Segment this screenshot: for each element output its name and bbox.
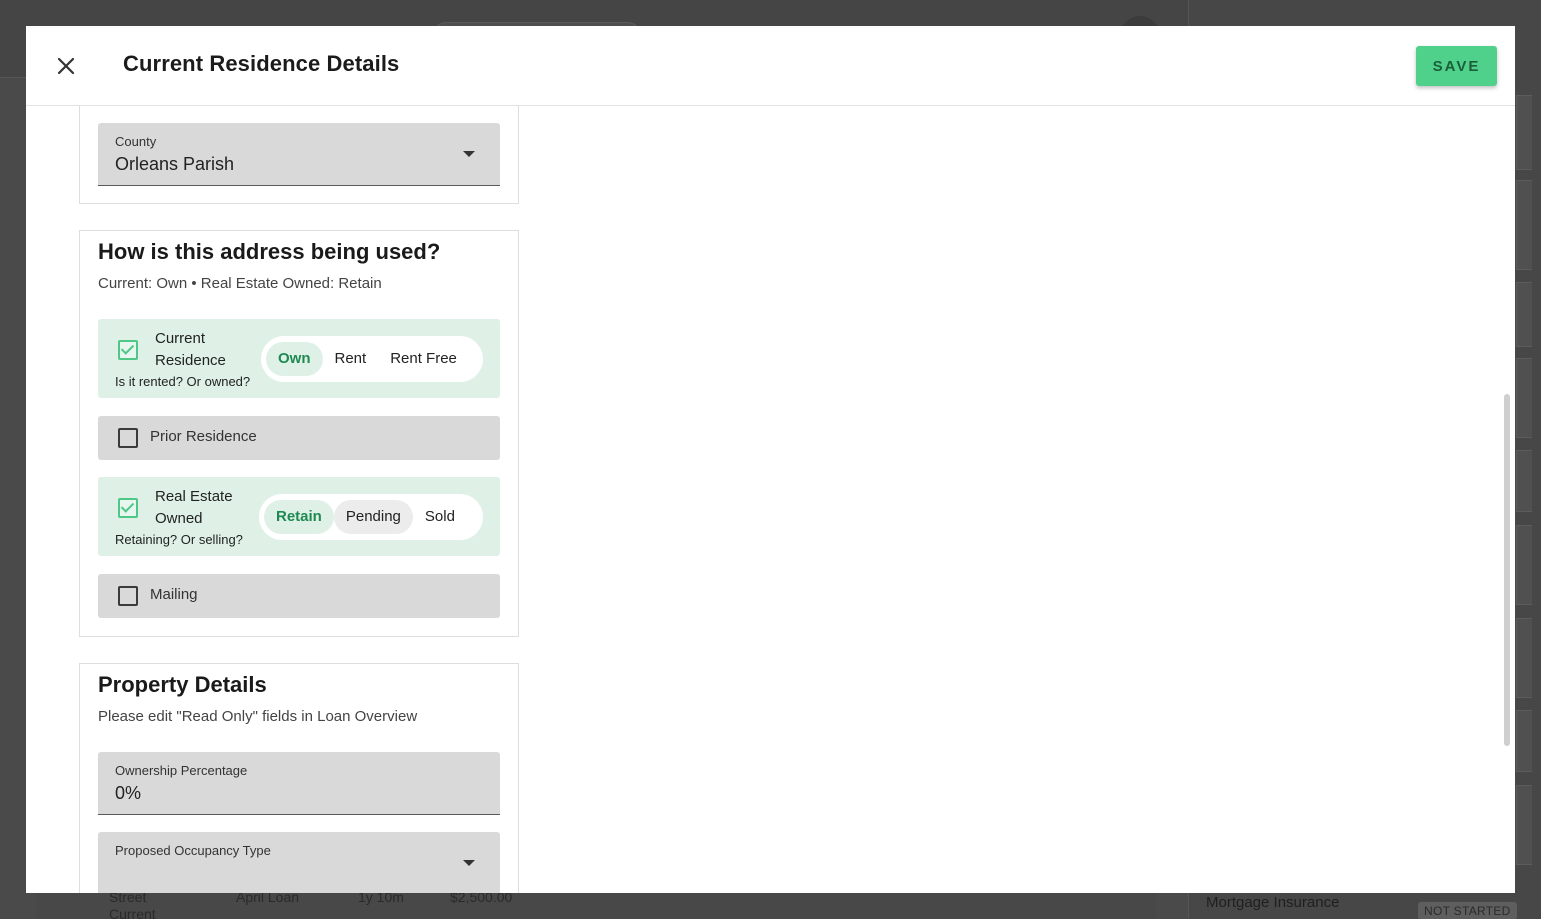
- county-section: County Orleans Parish: [79, 106, 519, 204]
- usage-heading: How is this address being used?: [98, 239, 441, 264]
- background-card: [1516, 95, 1532, 170]
- current-residence-hint: Is it rented? Or owned?: [115, 374, 251, 389]
- background-mortgage-label: Mortgage Insurance: [1206, 894, 1340, 911]
- toggle-sold[interactable]: Sold: [413, 500, 467, 534]
- save-button[interactable]: SAVE: [1416, 46, 1497, 86]
- modal-body: County Orleans Parish How is this addres…: [26, 106, 1515, 893]
- toggle-own[interactable]: Own: [266, 342, 323, 376]
- prior-residence-row[interactable]: Prior Residence: [98, 416, 500, 460]
- county-value: Orleans Parish: [115, 154, 235, 174]
- property-details-section: Property Details Please edit "Read Only"…: [79, 663, 519, 893]
- background-table-row: Street Current April Loan 1y 10m $2,500.…: [36, 889, 1156, 919]
- toggle-rent[interactable]: Rent: [323, 342, 379, 376]
- background-card: [1516, 180, 1532, 270]
- background-card: [1516, 282, 1532, 347]
- current-residence-row: Current Residence Is it rented? Or owned…: [98, 319, 500, 398]
- prior-residence-checkbox[interactable]: [118, 428, 138, 448]
- property-heading: Property Details: [98, 672, 267, 697]
- vertical-scrollbar[interactable]: [1504, 394, 1510, 746]
- reo-status-toggle: Retain Pending Sold: [259, 494, 483, 540]
- modal-header: Current Residence Details SAVE: [26, 26, 1515, 106]
- close-icon: [57, 57, 75, 75]
- reo-title-line2: Owned: [155, 510, 203, 527]
- county-select[interactable]: County Orleans Parish: [98, 123, 500, 186]
- ownership-label: Ownership Percentage: [115, 763, 248, 778]
- county-label: County: [115, 134, 157, 149]
- reo-title-line1: Real Estate: [155, 488, 233, 505]
- occupancy-toggle: Own Rent Rent Free: [261, 336, 483, 382]
- current-residence-title: Current Residence: [155, 328, 226, 372]
- prior-residence-label: Prior Residence: [150, 428, 257, 445]
- checkbox-icon: [120, 341, 135, 355]
- background-card: [1516, 618, 1532, 698]
- mailing-checkbox[interactable]: [118, 586, 138, 606]
- toggle-pending[interactable]: Pending: [333, 500, 413, 534]
- current-residence-title-line2: Residence: [155, 352, 226, 369]
- chevron-down-icon: [463, 860, 475, 866]
- background-card: [1516, 525, 1532, 605]
- current-residence-checkbox[interactable]: [118, 340, 138, 360]
- reo-hint: Retaining? Or selling?: [115, 532, 243, 547]
- toggle-retain[interactable]: Retain: [264, 500, 334, 534]
- toggle-rent-free[interactable]: Rent Free: [378, 342, 469, 376]
- background-current-text: Current: [109, 906, 156, 919]
- background-card: [1516, 710, 1532, 772]
- residence-details-modal: Current Residence Details SAVE County Or…: [26, 26, 1515, 893]
- background-card: [1516, 358, 1532, 438]
- address-usage-section: How is this address being used? Current:…: [79, 230, 519, 637]
- usage-summary: Current: Own • Real Estate Owned: Retain: [98, 275, 382, 292]
- chevron-down-icon: [463, 151, 475, 157]
- property-subtitle: Please edit "Read Only" fields in Loan O…: [98, 708, 418, 725]
- checkbox-icon: [120, 499, 135, 513]
- close-button[interactable]: [52, 52, 80, 80]
- ownership-value: 0%: [115, 783, 142, 803]
- mailing-label: Mailing: [150, 586, 198, 603]
- modal-title: Current Residence Details: [123, 51, 400, 76]
- real-estate-owned-row: Real Estate Owned Retaining? Or selling?…: [98, 477, 500, 556]
- occupancy-label: Proposed Occupancy Type: [115, 843, 271, 858]
- proposed-occupancy-select[interactable]: Proposed Occupancy Type: [98, 832, 500, 893]
- reo-checkbox[interactable]: [118, 498, 138, 518]
- reo-title: Real Estate Owned: [155, 486, 233, 530]
- ownership-percentage-field[interactable]: Ownership Percentage 0%: [98, 752, 500, 815]
- background-card: [1516, 450, 1532, 512]
- background-card: [1516, 785, 1532, 865]
- mailing-row[interactable]: Mailing: [98, 574, 500, 618]
- current-residence-title-line1: Current: [155, 330, 206, 347]
- background-status-badge: NOT STARTED: [1418, 902, 1517, 919]
